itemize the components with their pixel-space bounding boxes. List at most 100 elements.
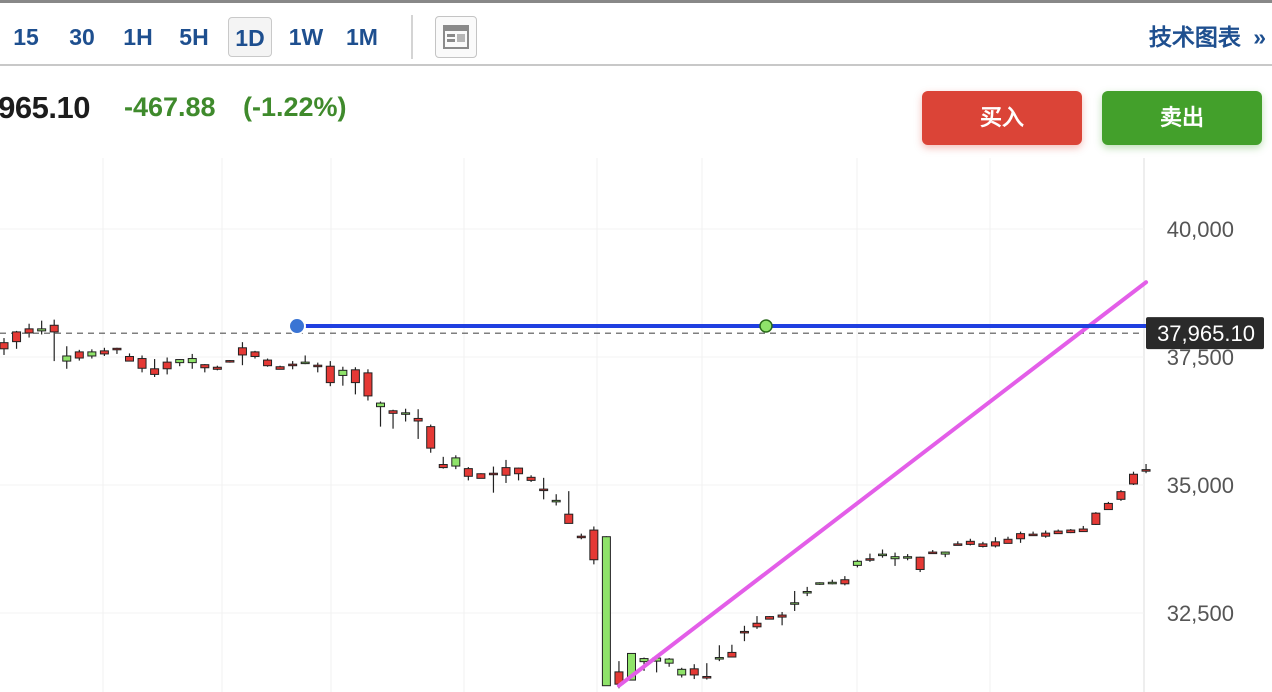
candle — [727, 651, 737, 658]
candle — [263, 359, 273, 367]
technical-chart-link[interactable]: 技术图表 » — [1149, 17, 1266, 57]
price-change-percent: (-1.22%) — [243, 92, 347, 122]
candle — [1041, 532, 1051, 537]
buy-button[interactable]: 买入 — [922, 91, 1082, 145]
candle — [514, 467, 524, 475]
candle — [990, 541, 1000, 547]
candle — [200, 364, 210, 369]
current-price-tag-label: 37,965.10 — [1157, 321, 1255, 346]
timeframe-1d[interactable]: 1D — [228, 17, 272, 57]
candle — [890, 556, 900, 560]
candle — [1016, 533, 1026, 540]
candle — [1116, 491, 1126, 500]
candle — [1028, 533, 1038, 537]
candle — [438, 464, 448, 469]
candle — [714, 657, 724, 660]
candle — [275, 366, 285, 370]
toolbar-divider — [411, 15, 413, 59]
candle — [840, 579, 850, 585]
candle — [37, 328, 47, 332]
candle — [426, 426, 436, 449]
candle — [388, 410, 398, 414]
candle — [852, 560, 862, 566]
candle — [790, 602, 800, 605]
candle — [551, 499, 561, 503]
candle — [162, 361, 172, 370]
candle — [739, 630, 749, 634]
candle — [1003, 538, 1013, 544]
candle — [24, 328, 34, 334]
price-change: -467.88 — [124, 92, 216, 122]
candle — [526, 476, 536, 481]
candle — [62, 355, 72, 362]
y-tick-label: 32,500 — [1167, 601, 1234, 626]
candle — [539, 488, 549, 492]
timeframe-toolbar: 15 30 1H 5H 1D 1W 1M 技术图表 » — [0, 0, 1272, 66]
candle — [928, 551, 938, 555]
candle — [376, 402, 385, 408]
candle — [601, 536, 611, 687]
candle — [338, 369, 348, 376]
candle — [1078, 528, 1088, 533]
candle — [288, 363, 298, 367]
candle — [451, 457, 461, 467]
candle — [827, 581, 837, 585]
candle — [12, 331, 22, 343]
candle — [137, 358, 147, 369]
candle — [99, 350, 109, 355]
candle — [125, 355, 134, 362]
candle — [802, 590, 812, 594]
candle — [903, 556, 913, 559]
candle — [313, 364, 323, 368]
candle — [564, 513, 574, 524]
candle — [87, 351, 97, 357]
candle — [49, 324, 59, 333]
timeframe-5h[interactable]: 5H — [172, 17, 216, 57]
candle — [765, 616, 775, 620]
candle — [350, 369, 360, 384]
candle — [463, 468, 473, 477]
candle — [689, 668, 699, 676]
candle — [488, 472, 498, 476]
candle — [677, 668, 687, 676]
candle — [0, 342, 9, 350]
candle — [476, 473, 486, 479]
candle — [664, 658, 674, 664]
layout-icon[interactable] — [435, 16, 477, 58]
candle — [1091, 512, 1101, 525]
candle — [752, 622, 762, 628]
timeframe-1w[interactable]: 1W — [284, 17, 328, 57]
candle — [1141, 469, 1151, 472]
candle — [865, 558, 875, 561]
candle — [815, 582, 825, 585]
candle — [237, 347, 247, 356]
line-handle-left — [288, 317, 306, 336]
candle — [1103, 502, 1113, 511]
candlestick-chart[interactable]: 40,00037,50035,00032,50037,965.10 — [0, 158, 1272, 692]
candle — [74, 351, 84, 359]
candle — [940, 551, 950, 555]
y-tick-label: 35,000 — [1167, 473, 1234, 498]
candle — [325, 365, 335, 384]
candle — [175, 359, 185, 364]
candle — [150, 368, 160, 375]
candle — [639, 658, 649, 663]
candle — [413, 417, 423, 422]
candle — [187, 358, 197, 364]
double-chevron-right-icon: » — [1253, 24, 1266, 50]
candle — [589, 529, 599, 561]
sell-button[interactable]: 卖出 — [1102, 91, 1262, 145]
candle — [915, 556, 925, 570]
timeframe-30[interactable]: 30 — [62, 17, 102, 57]
candle — [702, 675, 712, 679]
timeframe-15[interactable]: 15 — [8, 17, 44, 57]
candle — [1053, 530, 1063, 535]
timeframe-1m[interactable]: 1M — [342, 17, 382, 57]
candle — [501, 467, 511, 476]
timeframe-1h[interactable]: 1H — [118, 17, 158, 57]
candle — [225, 360, 235, 363]
candle — [978, 543, 988, 547]
candle — [953, 543, 963, 546]
candle — [300, 361, 310, 365]
candle — [576, 535, 586, 539]
